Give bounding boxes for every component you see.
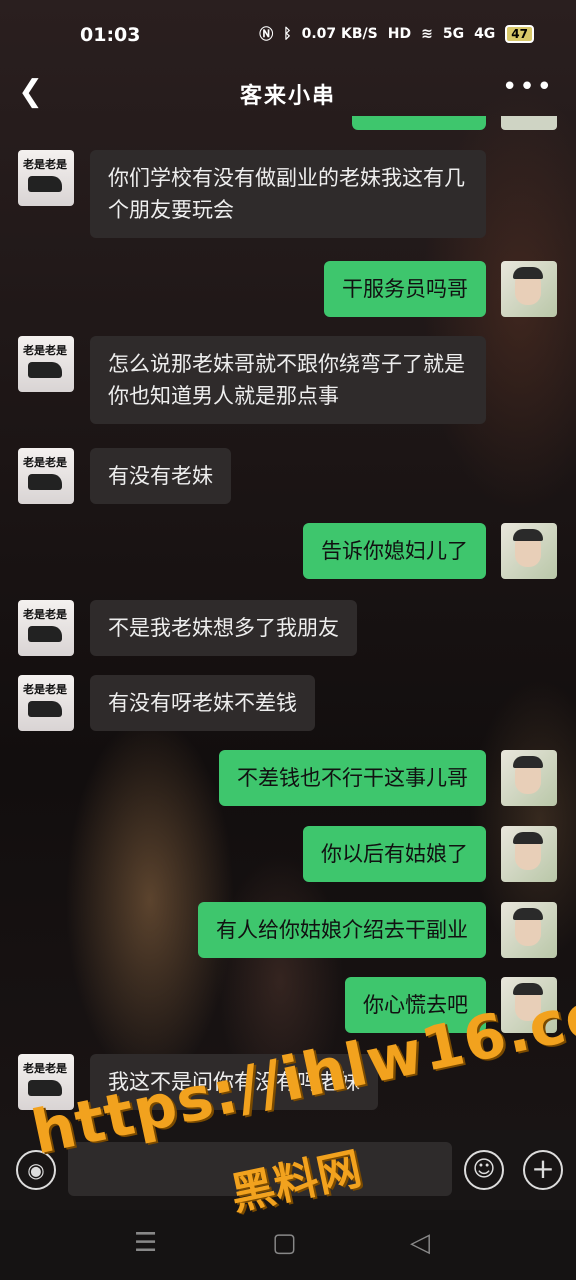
partial-avatar [501,116,557,130]
received-message: 不是我老妹想多了我朋友 [90,600,357,656]
hd-label: HD [387,26,412,42]
received-message: 你们学校有没有做副业的老妹我这有几个朋友要玩会 [90,150,486,238]
sent-message: 你以后有姑娘了 [303,826,486,882]
my-avatar[interactable] [501,750,557,806]
status-bar: 01:03 Ⓝ ᛒ 0.07 KB/S HD ≋ 5G 4G 47 [0,0,576,70]
signal-4g: 4G [474,26,496,42]
status-time: 01:03 [80,24,141,46]
partial-sent-bubble [352,116,486,130]
my-avatar[interactable] [501,826,557,882]
network-speed: 0.07 KB/S [301,26,378,42]
home-icon[interactable]: ▢ [272,1228,297,1258]
my-avatar[interactable] [501,902,557,958]
contact-avatar[interactable]: 老是老是 [18,336,74,392]
contact-avatar[interactable]: 老是老是 [18,448,74,504]
back-triangle-icon[interactable]: ◁ [410,1228,430,1258]
contact-avatar[interactable]: 老是老是 [18,150,74,206]
chat-title: 客来小串 [239,84,336,109]
signal-5g: 5G [442,26,465,42]
more-dots-icon[interactable]: ••• [502,72,554,102]
sent-message: 告诉你媳妇儿了 [303,523,486,579]
wifi-icon: ≋ [421,26,433,42]
received-message: 有没有呀老妹不差钱 [90,675,315,731]
sent-message: 干服务员吗哥 [324,261,486,317]
status-icons: Ⓝ ᛒ 0.07 KB/S HD ≋ 5G 4G 47 [259,24,534,44]
sent-message: 有人给你姑娘介绍去干副业 [198,902,486,958]
system-navigation: ☰ ▢ ◁ [0,1210,576,1280]
plus-icon[interactable]: + [523,1150,563,1190]
received-message: 有没有老妹 [90,448,231,504]
bluetooth-icon: ᛒ [283,26,292,42]
sent-message: 不差钱也不行干这事儿哥 [219,750,486,806]
contact-avatar[interactable]: 老是老是 [18,675,74,731]
menu-icon[interactable]: ☰ [134,1228,157,1258]
my-avatar[interactable] [501,523,557,579]
emoji-icon[interactable]: ☺ [464,1150,504,1190]
nfc-icon: Ⓝ [259,27,274,43]
battery-icon: 47 [505,25,534,43]
received-message: 怎么说那老妹哥就不跟你绕弯子了就是你也知道男人就是那点事 [90,336,486,424]
my-avatar[interactable] [501,261,557,317]
chat-header: ❮ 客来小串 ••• [0,70,576,116]
contact-avatar[interactable]: 老是老是 [18,600,74,656]
